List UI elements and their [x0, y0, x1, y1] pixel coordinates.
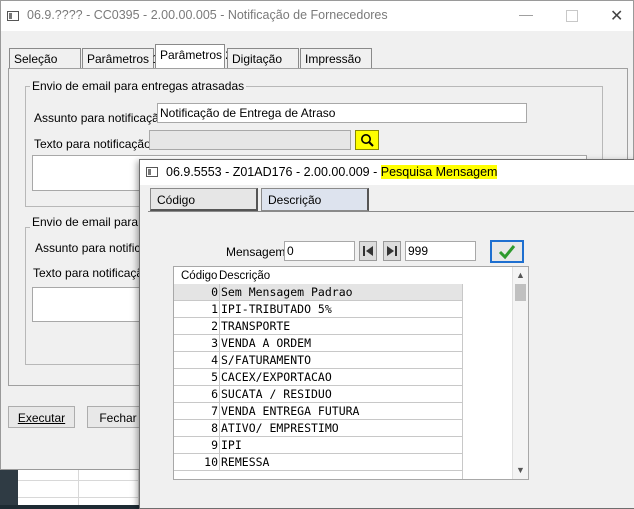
list-item[interactable]: 7 VENDA ENTREGA FUTURA — [174, 403, 462, 420]
list-item-code: 8 — [211, 421, 218, 435]
list-item-desc: Sem Mensagem Padrao — [221, 285, 353, 299]
list-item-desc: ATIVO/ EMPRESTIMO — [221, 421, 339, 435]
list-item-desc: TRANSPORTE — [221, 319, 291, 333]
last-record-button[interactable] — [383, 241, 401, 261]
list-item[interactable]: 9 IPI — [174, 437, 462, 454]
list-item-separator — [219, 454, 220, 471]
scroll-thumb[interactable] — [515, 284, 526, 301]
minimize-icon[interactable]: — — [519, 6, 533, 22]
list-item-separator — [219, 386, 220, 403]
checkmark-icon — [498, 245, 516, 260]
range-from-input[interactable]: 0 — [284, 241, 355, 261]
tab-impressao[interactable]: Impressão — [300, 48, 372, 68]
execute-label: Executar — [17, 411, 66, 425]
main-titlebar: 06.9.???? - CC0395 - 2.00.00.005 - Notif… — [1, 1, 633, 31]
magnifier-icon — [361, 134, 374, 147]
app-icon — [7, 11, 19, 21]
list-item-desc: SUCATA / RESIDUO — [221, 387, 332, 401]
list-item-code: 6 — [211, 387, 218, 401]
dialog-title: 06.9.5553 - Z01AD176 - 2.00.00.009 - Pes… — [166, 165, 498, 179]
list-item-desc: VENDA ENTREGA FUTURA — [221, 404, 360, 418]
group2-legend: Envio de email para en — [30, 215, 157, 229]
column-header-code: Código — [181, 270, 218, 282]
list-item-desc: REMESSA — [221, 455, 270, 469]
list-item-separator — [219, 369, 220, 386]
main-window-title: 06.9.???? - CC0395 - 2.00.00.005 - Notif… — [27, 8, 388, 22]
list-item-code: 1 — [211, 302, 218, 316]
vertical-scrollbar[interactable]: ▲ ▼ — [512, 267, 528, 479]
list-item-separator — [219, 352, 220, 369]
list-item-code: 5 — [211, 370, 218, 384]
first-record-button[interactable] — [359, 241, 377, 261]
list-item-code: 4 — [211, 353, 218, 367]
execute-button[interactable]: Executar — [8, 406, 75, 428]
scroll-down-icon[interactable]: ▼ — [516, 465, 525, 475]
range-to-input[interactable]: 999 — [405, 241, 476, 261]
first-record-icon — [363, 246, 373, 256]
list-item-code: 9 — [211, 438, 218, 452]
group1-legend: Envio de email para entregas atrasadas — [30, 79, 247, 93]
list-item-desc: S/FATURAMENTO — [221, 353, 312, 367]
list-item-separator — [219, 301, 220, 318]
tab-parametros-2[interactable]: Parâmetros 2 — [155, 44, 232, 68]
list-item-separator — [219, 318, 220, 335]
list-item[interactable]: 1 IPI-TRIBUTADO 5% — [174, 301, 462, 318]
list-item[interactable]: 3 VENDA A ORDEM — [174, 335, 462, 352]
text-label: Texto para notificação: — [34, 137, 155, 151]
list-item[interactable]: 5 CACEX/EXPORTACAO — [174, 369, 462, 386]
list-item[interactable]: 6 SUCATA / RESIDUO — [174, 386, 462, 403]
column-header-desc: Descrição — [219, 270, 271, 282]
maximize-icon[interactable] — [566, 10, 578, 22]
dialog-app-icon — [146, 167, 158, 177]
close-icon[interactable]: ✕ — [610, 6, 623, 26]
list-item-separator — [219, 437, 220, 454]
list-item-desc: CACEX/EXPORTACAO — [221, 370, 332, 384]
list-item[interactable]: 0 Sem Mensagem Padrao — [174, 284, 462, 301]
tab-descricao[interactable]: Descrição — [261, 188, 369, 211]
message-list[interactable]: Código Descrição 0 Sem Mensagem Padrao 1 IP… — [173, 266, 529, 480]
text-code-input[interactable] — [149, 130, 351, 150]
tab-parametros-1[interactable]: Parâmetros 1 — [82, 48, 159, 68]
list-item-separator — [219, 403, 220, 420]
subject-label: Assunto para notificação: — [34, 111, 169, 125]
list-item[interactable]: 4 S/FATURAMENTO — [174, 352, 462, 369]
search-dialog: 06.9.5553 - Z01AD176 - 2.00.00.009 - Pes… — [139, 159, 634, 509]
tab-codigo-label: Código — [157, 193, 196, 207]
column-right-border — [462, 284, 463, 479]
tab-digitacao[interactable]: Digitação — [227, 48, 299, 68]
subject2-label: Assunto para notificaç — [35, 241, 154, 255]
dialog-titlebar: 06.9.5553 - Z01AD176 - 2.00.00.009 - Pes… — [140, 160, 634, 185]
last-record-icon — [387, 246, 397, 256]
tab-descricao-label: Descrição — [268, 193, 322, 207]
subject-input[interactable]: Notificação de Entrega de Atraso — [157, 103, 527, 123]
confirm-button[interactable] — [490, 240, 524, 263]
text2-area[interactable] — [32, 287, 152, 322]
list-item-separator — [219, 420, 220, 437]
list-item-code: 0 — [211, 285, 218, 299]
list-item-desc: IPI-TRIBUTADO 5% — [221, 302, 332, 316]
tab-codigo[interactable]: Código — [150, 188, 258, 211]
text2-label: Texto para notificação — [33, 266, 150, 280]
dialog-title-prefix: 06.9.5553 - Z01AD176 - 2.00.00.009 - — [166, 165, 381, 179]
list-item-separator — [219, 335, 220, 352]
list-item[interactable]: 10 REMESSA — [174, 454, 462, 471]
list-item[interactable]: 8 ATIVO/ EMPRESTIMO — [174, 420, 462, 437]
list-item-desc: VENDA A ORDEM — [221, 336, 312, 350]
list-item-code: 2 — [211, 319, 218, 333]
list-item[interactable]: 2 TRANSPORTE — [174, 318, 462, 335]
close-label: Fechar — [99, 411, 137, 425]
tab-selecao[interactable]: Seleção — [9, 48, 81, 68]
list-item-code: 7 — [211, 404, 218, 418]
search-button[interactable] — [355, 130, 379, 150]
list-item-divider — [174, 470, 462, 471]
list-item-code: 10 — [204, 455, 218, 469]
list-item-code: 3 — [211, 336, 218, 350]
list-item-separator — [219, 284, 220, 301]
dialog-title-highlight: Pesquisa Mensagem — [380, 165, 498, 179]
scroll-up-icon[interactable]: ▲ — [516, 270, 525, 280]
mensagem-label: Mensagem: — [226, 245, 289, 259]
list-item-desc: IPI — [221, 438, 242, 452]
